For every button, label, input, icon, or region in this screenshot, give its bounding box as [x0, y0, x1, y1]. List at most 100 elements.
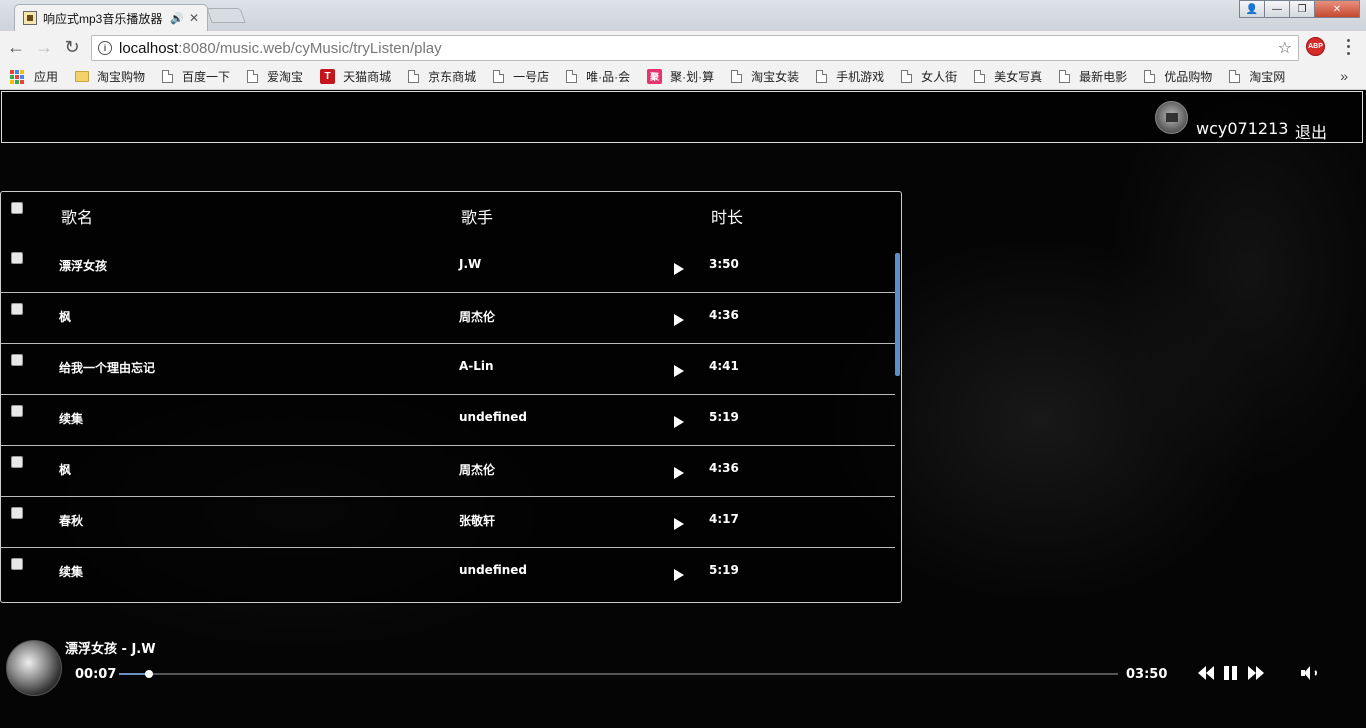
play-icon[interactable]	[674, 569, 684, 581]
song-checkbox[interactable]	[11, 507, 23, 519]
maximize-button[interactable]: ❐	[1289, 0, 1315, 18]
bookmark-item[interactable]: 优品购物	[1144, 68, 1212, 85]
bookmark-item[interactable]: 唯·品·会	[566, 68, 630, 85]
bookmark-item[interactable]: 女人街	[901, 68, 957, 85]
song-duration: 4:36	[709, 461, 739, 475]
play-icon[interactable]	[674, 314, 684, 326]
song-row[interactable]: 给我一个理由忘记 A-Lin 4:41	[1, 344, 895, 395]
bookmark-item[interactable]: 淘宝女装	[731, 68, 799, 85]
username[interactable]: wcy071213	[1196, 119, 1288, 138]
song-list-panel: 歌名 歌手 时长 漂浮女孩 J.W 3:50 枫周杰伦 4:36 给我一个理由忘记 A-Li…	[0, 191, 902, 603]
browser-tab[interactable]: 响应式mp3音乐播放器 🔊 ✕	[14, 4, 208, 31]
previous-track-icon[interactable]	[1198, 666, 1214, 680]
bookmark-item[interactable]: 最新电影	[1059, 68, 1127, 85]
tab-audio-icon[interactable]: 🔊	[170, 12, 184, 25]
window-controls: 👤 — ❐ ✕	[1239, 0, 1360, 18]
next-track-icon[interactable]	[1248, 666, 1264, 680]
bookmark-item[interactable]: T 天猫商城	[320, 68, 391, 85]
song-name[interactable]: 续集	[59, 563, 83, 580]
song-duration: 4:36	[709, 308, 739, 322]
song-duration: 4:17	[709, 512, 739, 526]
volume-icon[interactable]	[1301, 666, 1317, 680]
folder-icon	[75, 71, 90, 82]
song-duration: 5:19	[709, 563, 739, 577]
play-icon[interactable]	[674, 467, 684, 479]
bookmark-item[interactable]: 手机游戏	[816, 68, 884, 85]
song-checkbox[interactable]	[11, 303, 23, 315]
bookmark-item[interactable]: 爱淘宝	[247, 68, 303, 85]
song-row[interactable]: 枫 周杰伦 4:36	[1, 293, 895, 344]
bookmark-label: 优品购物	[1164, 70, 1213, 84]
bookmark-star-icon[interactable]: ☆	[1278, 38, 1292, 58]
bookmark-label: 淘宝购物	[97, 70, 146, 84]
song-checkbox[interactable]	[11, 456, 23, 468]
page-icon	[1229, 70, 1241, 83]
song-checkbox[interactable]	[11, 405, 23, 417]
song-checkbox[interactable]	[11, 354, 23, 366]
address-bar[interactable]: i localhost:8080/music.web/cyMusic/tryLi…	[91, 35, 1299, 61]
play-icon[interactable]	[674, 518, 684, 530]
user-avatar[interactable]	[1155, 101, 1188, 134]
bookmark-label: 聚·划·算	[670, 70, 715, 84]
song-checkbox[interactable]	[11, 252, 23, 264]
song-singer: 周杰伦	[459, 463, 496, 477]
song-row[interactable]: 春秋 张敬轩 4:17	[1, 497, 895, 548]
song-row[interactable]: 枫 周杰伦 4:36	[1, 446, 895, 497]
song-name[interactable]: 枫	[59, 308, 71, 325]
song-row[interactable]: 续集 undefined 5:19	[1, 395, 895, 446]
bookmark-label: 女人街	[921, 70, 958, 84]
song-name[interactable]: 给我一个理由忘记	[59, 359, 155, 376]
song-checkbox[interactable]	[11, 558, 23, 570]
bookmarks-bar: 应用 淘宝购物 百度一下 爱淘宝 T 天猫商城 京东商城 一号店 唯·品·会 聚聚…	[0, 64, 1366, 90]
column-header-duration: 时长	[711, 210, 744, 227]
browser-menu-icon[interactable]	[1343, 37, 1353, 57]
forward-icon[interactable]: →	[32, 36, 56, 60]
bookmark-item[interactable]: 京东商城	[408, 68, 476, 85]
close-window-button[interactable]: ✕	[1314, 0, 1360, 18]
progress-bar[interactable]	[119, 670, 1118, 678]
page-icon	[731, 70, 743, 83]
song-singer: 周杰伦	[459, 310, 496, 324]
column-header-name: 歌名	[61, 210, 94, 227]
bookmark-label: 一号店	[513, 70, 550, 84]
bookmark-item[interactable]: 一号店	[493, 68, 549, 85]
bookmark-item[interactable]: 百度一下	[162, 68, 230, 85]
page-icon	[816, 70, 828, 83]
bookmark-item[interactable]: 淘宝网	[1229, 68, 1285, 85]
page-icon	[162, 70, 174, 83]
tab-close-icon[interactable]: ✕	[189, 11, 199, 25]
bookmark-item[interactable]: 淘宝购物	[75, 68, 145, 85]
bookmark-item[interactable]: 美女写真	[974, 68, 1042, 85]
adblock-icon[interactable]: ABP	[1306, 37, 1325, 56]
play-icon[interactable]	[674, 416, 684, 428]
juhuasuan-icon: 聚	[647, 69, 663, 84]
bookmark-item[interactable]: 聚聚·划·算	[647, 68, 714, 85]
column-header-singer: 歌手	[461, 210, 494, 227]
pause-icon[interactable]	[1224, 666, 1240, 680]
song-row[interactable]: 漂浮女孩 J.W 3:50	[1, 242, 895, 293]
bookmark-label: 美女写真	[994, 70, 1043, 84]
song-name[interactable]: 春秋	[59, 512, 83, 529]
info-icon[interactable]: i	[98, 41, 112, 55]
url-text[interactable]: localhost:8080/music.web/cyMusic/tryList…	[119, 40, 1278, 57]
site-header: wcy071213 退出	[1, 91, 1363, 143]
reload-icon[interactable]: ↻	[60, 36, 84, 60]
select-all-checkbox[interactable]	[11, 202, 23, 214]
bookmark-apps[interactable]: 应用	[10, 68, 58, 85]
song-name[interactable]: 漂浮女孩	[59, 257, 107, 274]
logout-link[interactable]: 退出	[1295, 119, 1327, 143]
song-name[interactable]: 续集	[59, 410, 83, 427]
song-name[interactable]: 枫	[59, 461, 71, 478]
song-row[interactable]: 续集 undefined 5:19	[1, 548, 895, 599]
user-profile-icon[interactable]: 👤	[1239, 0, 1265, 18]
more-bookmarks-icon[interactable]: »	[1340, 68, 1348, 84]
song-list-scrollbar[interactable]	[895, 253, 900, 376]
minimize-button[interactable]: —	[1264, 0, 1290, 18]
bookmark-label: 手机游戏	[836, 70, 885, 84]
page-icon	[1059, 70, 1071, 83]
play-icon[interactable]	[674, 263, 684, 275]
play-icon[interactable]	[674, 365, 684, 377]
back-icon[interactable]: ←	[4, 36, 28, 60]
new-tab-button[interactable]	[206, 8, 246, 23]
page-icon	[493, 70, 505, 83]
